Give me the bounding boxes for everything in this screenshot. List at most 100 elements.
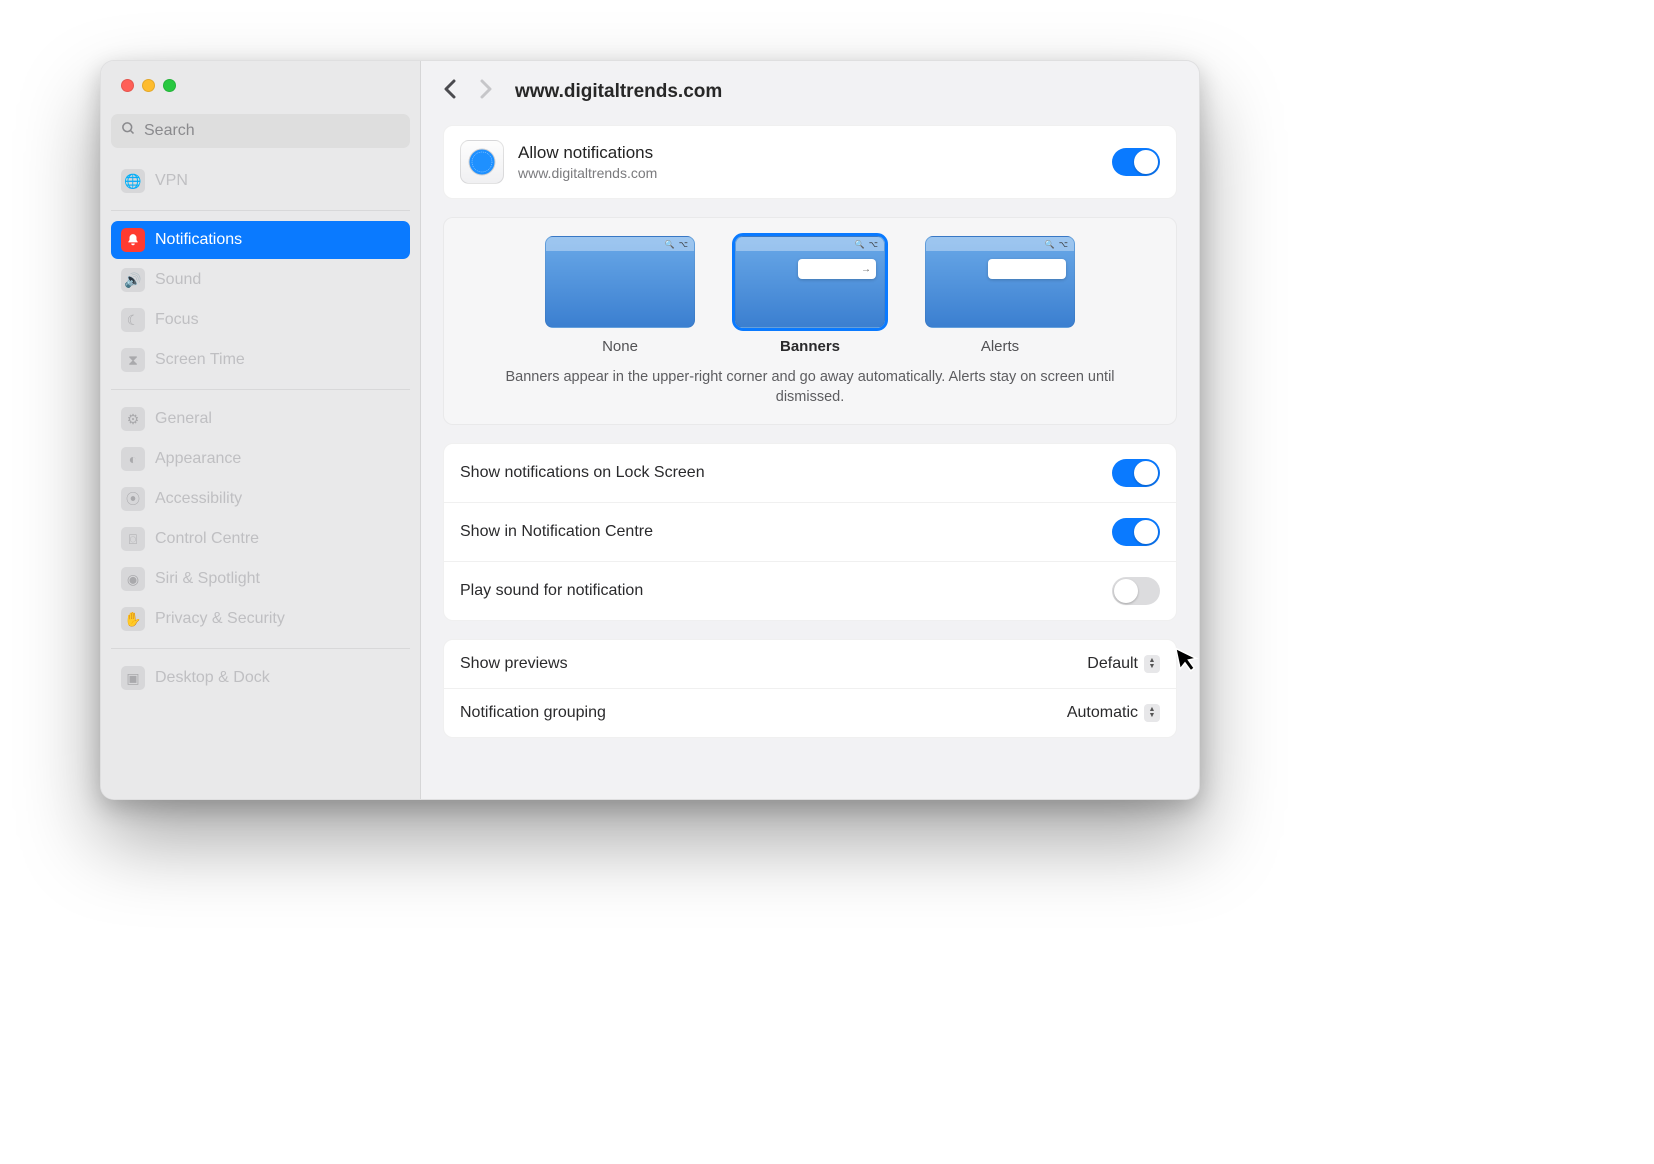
sidebar-item-label: Screen Time — [155, 351, 245, 369]
search-input[interactable] — [144, 122, 400, 140]
back-button[interactable] — [443, 79, 457, 105]
chevron-updown-icon: ▲▼ — [1144, 655, 1160, 673]
sidebar-item-label: Focus — [155, 311, 199, 329]
show-previews-label: Show previews — [460, 655, 1087, 673]
hand-icon: ✋ — [121, 607, 145, 631]
sidebar-item-desktop[interactable]: ▣ Desktop & Dock — [111, 659, 410, 697]
sidebar: 🌐 VPN Notifications 🔊 Sound ☾ Focus ⧗ Sc… — [101, 61, 421, 799]
content-header: www.digitaltrends.com — [443, 79, 1177, 105]
bell-icon — [121, 228, 145, 252]
sidebar-item-label: VPN — [155, 172, 188, 190]
search-mini-icon: 🔍 — [855, 240, 865, 249]
close-window-button[interactable] — [121, 79, 134, 92]
sidebar-item-sound[interactable]: 🔊 Sound — [111, 261, 410, 299]
sidebar-item-label: General — [155, 410, 212, 428]
sidebar-item-siri[interactable]: ◉ Siri & Spotlight — [111, 560, 410, 598]
sidebar-item-label: Accessibility — [155, 490, 242, 508]
display-options-card: Show previews Default ▲▼ Notification gr… — [443, 639, 1177, 738]
lock-screen-label: Show notifications on Lock Screen — [460, 464, 1112, 482]
divider — [111, 648, 410, 649]
allow-notifications-toggle[interactable] — [1112, 148, 1160, 176]
style-label: Banners — [735, 338, 885, 355]
sidebar-item-label: Notifications — [155, 231, 242, 249]
play-sound-toggle[interactable] — [1112, 577, 1160, 605]
appearance-icon: ◐ — [121, 447, 145, 471]
style-preview-banners: 🔍⌥ → — [735, 236, 885, 328]
style-option-alerts[interactable]: 🔍⌥ Alerts — [925, 236, 1075, 355]
search-mini-icon: 🔍 — [665, 240, 675, 249]
sidebar-item-control-centre[interactable]: ⌼ Control Centre — [111, 520, 410, 558]
gear-icon: ⚙ — [121, 407, 145, 431]
dock-icon: ▣ — [121, 666, 145, 690]
alert-style-description: Banners appear in the upper-right corner… — [460, 367, 1160, 408]
system-settings-window: 🌐 VPN Notifications 🔊 Sound ☾ Focus ⧗ Sc… — [100, 60, 1200, 800]
search-icon — [121, 121, 136, 141]
switches-icon: ⌼ — [121, 527, 145, 551]
control-mini-icon: ⌥ — [869, 240, 878, 249]
play-sound-label: Play sound for notification — [460, 582, 1112, 600]
lock-screen-row: Show notifications on Lock Screen — [444, 444, 1176, 502]
sidebar-item-general[interactable]: ⚙ General — [111, 400, 410, 438]
style-label: Alerts — [925, 338, 1075, 355]
sidebar-item-label: Privacy & Security — [155, 610, 285, 628]
sidebar-item-label: Appearance — [155, 450, 241, 468]
grouping-row: Notification grouping Automatic ▲▼ — [444, 688, 1176, 737]
globe-icon: 🌐 — [121, 169, 145, 193]
allow-title: Allow notifications — [518, 143, 1098, 163]
notification-options-card: Show notifications on Lock Screen Show i… — [443, 443, 1177, 621]
show-previews-value: Default — [1087, 655, 1138, 673]
sidebar-list: 🌐 VPN Notifications 🔊 Sound ☾ Focus ⧗ Sc… — [101, 162, 420, 699]
allow-subtitle: www.digitaltrends.com — [518, 165, 1098, 181]
show-previews-row: Show previews Default ▲▼ — [444, 640, 1176, 688]
allow-notifications-row: Allow notifications www.digitaltrends.co… — [444, 126, 1176, 198]
lock-screen-toggle[interactable] — [1112, 459, 1160, 487]
notif-centre-toggle[interactable] — [1112, 518, 1160, 546]
allow-notifications-card: Allow notifications www.digitaltrends.co… — [443, 125, 1177, 199]
sidebar-item-label: Siri & Spotlight — [155, 570, 260, 588]
allow-text-block: Allow notifications www.digitaltrends.co… — [518, 143, 1098, 181]
page-title: www.digitaltrends.com — [515, 81, 722, 103]
sidebar-item-vpn[interactable]: 🌐 VPN — [111, 162, 410, 200]
chevron-updown-icon: ▲▼ — [1144, 704, 1160, 722]
divider — [111, 389, 410, 390]
search-field-container[interactable] — [111, 114, 410, 148]
hourglass-icon: ⧗ — [121, 348, 145, 372]
sidebar-item-label: Desktop & Dock — [155, 669, 270, 687]
sidebar-item-label: Control Centre — [155, 530, 259, 548]
window-controls — [101, 79, 420, 92]
forward-button[interactable] — [479, 79, 493, 105]
mini-alert — [988, 259, 1066, 279]
grouping-value: Automatic — [1067, 704, 1138, 722]
grouping-select[interactable]: Automatic ▲▼ — [1067, 704, 1160, 722]
control-mini-icon: ⌥ — [1059, 240, 1068, 249]
alert-style-card: 🔍⌥ None 🔍⌥ → Banners 🔍⌥ Ale — [443, 217, 1177, 425]
sidebar-item-label: Sound — [155, 271, 201, 289]
zoom-window-button[interactable] — [163, 79, 176, 92]
alert-style-options: 🔍⌥ None 🔍⌥ → Banners 🔍⌥ Ale — [460, 236, 1160, 355]
sidebar-item-appearance[interactable]: ◐ Appearance — [111, 440, 410, 478]
nav-arrows — [443, 79, 493, 105]
style-label: None — [545, 338, 695, 355]
safari-icon — [460, 140, 504, 184]
sidebar-item-privacy[interactable]: ✋ Privacy & Security — [111, 600, 410, 638]
moon-icon: ☾ — [121, 308, 145, 332]
control-mini-icon: ⌥ — [679, 240, 688, 249]
content-pane: www.digitaltrends.com Allow notification… — [421, 61, 1199, 799]
style-preview-alerts: 🔍⌥ — [925, 236, 1075, 328]
grouping-label: Notification grouping — [460, 704, 1067, 722]
sidebar-item-accessibility[interactable]: ⦿ Accessibility — [111, 480, 410, 518]
sidebar-item-screen-time[interactable]: ⧗ Screen Time — [111, 341, 410, 379]
minimize-window-button[interactable] — [142, 79, 155, 92]
style-option-banners[interactable]: 🔍⌥ → Banners — [735, 236, 885, 355]
search-mini-icon: 🔍 — [1045, 240, 1055, 249]
sidebar-item-notifications[interactable]: Notifications — [111, 221, 410, 259]
sidebar-item-focus[interactable]: ☾ Focus — [111, 301, 410, 339]
speaker-icon: 🔊 — [121, 268, 145, 292]
style-option-none[interactable]: 🔍⌥ None — [545, 236, 695, 355]
accessibility-icon: ⦿ — [121, 487, 145, 511]
siri-icon: ◉ — [121, 567, 145, 591]
notif-centre-row: Show in Notification Centre — [444, 502, 1176, 561]
show-previews-select[interactable]: Default ▲▼ — [1087, 655, 1160, 673]
play-sound-row: Play sound for notification — [444, 561, 1176, 620]
style-preview-none: 🔍⌥ — [545, 236, 695, 328]
